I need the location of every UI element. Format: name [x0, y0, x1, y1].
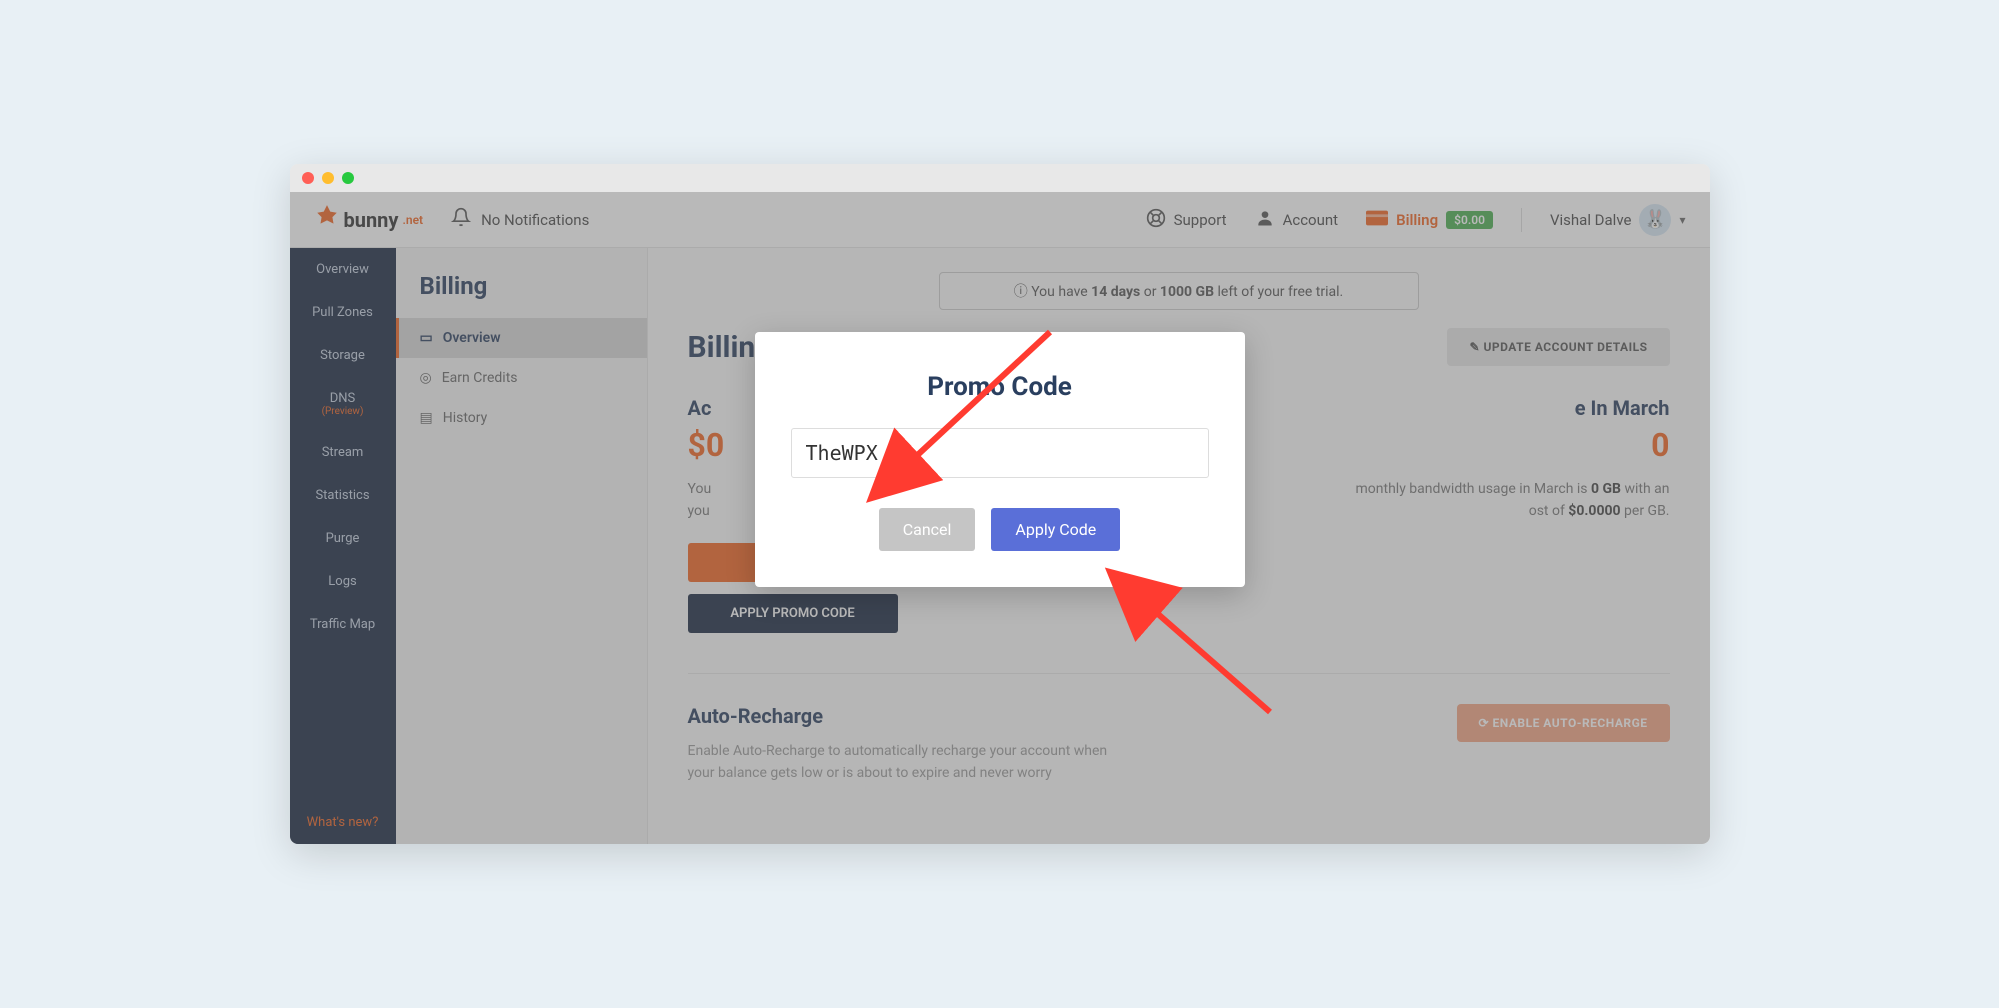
close-window-icon[interactable]	[302, 172, 314, 184]
app-root: bunny.net No Notifications Support Accou	[290, 192, 1710, 844]
browser-window: bunny.net No Notifications Support Accou	[290, 164, 1710, 844]
apply-code-button[interactable]: Apply Code	[991, 508, 1120, 551]
mac-titlebar	[290, 164, 1710, 192]
promo-code-input[interactable]	[791, 428, 1209, 478]
maximize-window-icon[interactable]	[342, 172, 354, 184]
cancel-button[interactable]: Cancel	[879, 508, 976, 551]
promo-code-modal: Promo Code Cancel Apply Code	[755, 332, 1245, 587]
modal-title: Promo Code	[791, 372, 1209, 402]
minimize-window-icon[interactable]	[322, 172, 334, 184]
